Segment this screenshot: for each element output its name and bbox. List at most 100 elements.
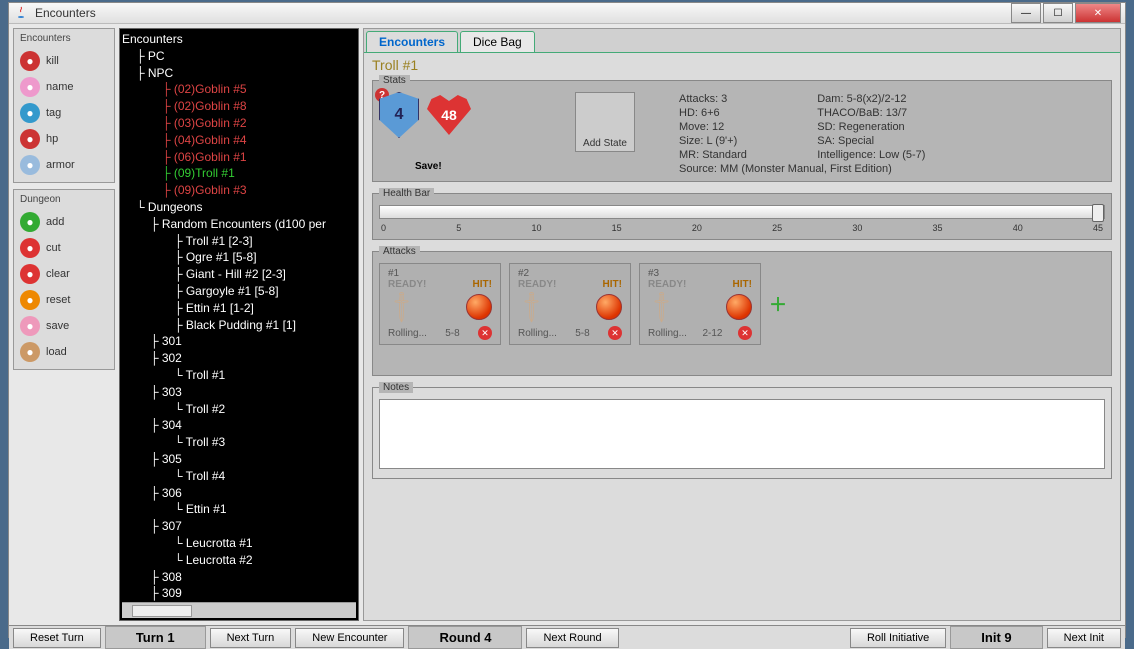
dungeon-toolbox: Dungeon ● add ● cut ● clear ● reset ● sa… bbox=[13, 189, 115, 370]
enc-armor-button[interactable]: ● armor bbox=[18, 152, 110, 178]
cut-icon: ● bbox=[20, 238, 40, 258]
enc-hp-button[interactable]: ● hp bbox=[18, 126, 110, 152]
stat-cell: HD: 6+6 bbox=[679, 106, 787, 120]
tree-room-item[interactable]: └ Ettin #1 bbox=[122, 501, 356, 518]
tree-npc-item[interactable]: ├ (02)Goblin #5 bbox=[122, 81, 356, 98]
stat-cell: Size: L (9'+) bbox=[679, 134, 787, 148]
enc-kill-button[interactable]: ● kill bbox=[18, 48, 110, 74]
minimize-button[interactable]: — bbox=[1011, 3, 1041, 23]
dun-reset-button[interactable]: ● reset bbox=[18, 287, 110, 313]
health-slider[interactable] bbox=[379, 205, 1105, 219]
remove-attack-icon[interactable]: ✕ bbox=[478, 326, 492, 340]
dun-save-button[interactable]: ● save bbox=[18, 313, 110, 339]
tree-random-item[interactable]: ├ Ogre #1 [5-8] bbox=[122, 249, 356, 266]
new-encounter-button[interactable]: New Encounter bbox=[295, 628, 404, 648]
tree-room-item[interactable]: └ Troll #2 bbox=[122, 401, 356, 418]
tree-random-item[interactable]: ├ Giant - Hill #2 [2-3] bbox=[122, 266, 356, 283]
tree-room-item[interactable]: └ Troll #3 bbox=[122, 434, 356, 451]
tree-room[interactable]: ├ 306 bbox=[122, 485, 356, 502]
tree-npc-item[interactable]: ├ (04)Goblin #4 bbox=[122, 132, 356, 149]
clear-icon: ● bbox=[20, 264, 40, 284]
hit-orb[interactable] bbox=[726, 294, 752, 320]
armor-icon: ● bbox=[20, 155, 40, 175]
load-icon: ● bbox=[20, 342, 40, 362]
tree-panel[interactable]: Encounters├ PC├ NPC├ (02)Goblin #5├ (02)… bbox=[119, 28, 359, 621]
tree-room[interactable]: ├ 305 bbox=[122, 451, 356, 468]
next-turn-button[interactable]: Next Turn bbox=[210, 628, 292, 648]
tree-npc-item[interactable]: ├ (09)Troll #1 bbox=[122, 165, 356, 182]
sword-icon[interactable]: 🗡 bbox=[383, 288, 421, 326]
tag-icon: ● bbox=[20, 103, 40, 123]
next-init-button[interactable]: Next Init bbox=[1047, 628, 1121, 648]
source-line: Source: MM (Monster Manual, First Editio… bbox=[679, 162, 925, 175]
java-icon bbox=[13, 5, 29, 21]
tree-room[interactable]: ├ 307 bbox=[122, 518, 356, 535]
tree-room[interactable]: ├ 303 bbox=[122, 384, 356, 401]
sword-icon[interactable]: 🗡 bbox=[513, 288, 551, 326]
tree-h-scrollbar[interactable] bbox=[122, 602, 356, 618]
encounters-toolbox: Encounters ● kill ● name ● tag ● hp ● ar… bbox=[13, 28, 115, 183]
tree-npc-item[interactable]: ├ (03)Goblin #2 bbox=[122, 115, 356, 132]
stat-grid: Attacks: 3Dam: 5-8(x2)/2-12HD: 6+6THACO/… bbox=[679, 92, 925, 162]
hit-orb[interactable] bbox=[596, 294, 622, 320]
tree-room-item[interactable]: └ Leucrotta #1 bbox=[122, 535, 356, 552]
remove-attack-icon[interactable]: ✕ bbox=[738, 326, 752, 340]
turn-label: Turn 1 bbox=[105, 626, 206, 649]
tree-room[interactable]: ├ 304 bbox=[122, 417, 356, 434]
tree-room[interactable]: ├ 301 bbox=[122, 333, 356, 350]
tree-random-item[interactable]: ├ Black Pudding #1 [1] bbox=[122, 317, 356, 334]
health-bar-fieldset: Health Bar 051015202530354045 bbox=[372, 188, 1112, 240]
tree-npc-item[interactable]: ├ (09)Goblin #3 bbox=[122, 182, 356, 199]
enc-name-button[interactable]: ● name bbox=[18, 74, 110, 100]
tabs: Encounters Dice Bag bbox=[364, 29, 1120, 53]
tree-random-item[interactable]: ├ Troll #1 [2-3] bbox=[122, 233, 356, 250]
tree-room-item[interactable]: └ Troll #1 bbox=[122, 367, 356, 384]
tree-room[interactable]: ├ 309 bbox=[122, 585, 356, 602]
dungeon-toolbox-title: Dungeon bbox=[18, 194, 110, 205]
roll-initiative-button[interactable]: Roll Initiative bbox=[850, 628, 946, 648]
hp-heart: 48 bbox=[427, 95, 471, 135]
add-attack-button[interactable]: ＋ bbox=[769, 291, 787, 317]
round-label: Round 4 bbox=[408, 626, 522, 649]
reset-turn-button[interactable]: Reset Turn bbox=[13, 628, 101, 648]
close-button[interactable]: ✕ bbox=[1075, 3, 1121, 23]
dun-cut-button[interactable]: ● cut bbox=[18, 235, 110, 261]
tree-room-item[interactable]: └ Leucrotta #2 bbox=[122, 552, 356, 569]
tree-npc[interactable]: ├ NPC bbox=[122, 65, 356, 82]
stat-cell: MR: Standard bbox=[679, 148, 787, 162]
dun-load-button[interactable]: ● load bbox=[18, 339, 110, 365]
stats-fieldset: Stats ? 4 48 Save! Add State Attacks: 3D… bbox=[372, 75, 1112, 182]
sword-icon[interactable]: 🗡 bbox=[643, 288, 681, 326]
tree-room[interactable]: ├ 308 bbox=[122, 569, 356, 586]
remove-attack-icon[interactable]: ✕ bbox=[608, 326, 622, 340]
tree-room[interactable]: ├ 302 bbox=[122, 350, 356, 367]
notes-textarea[interactable] bbox=[379, 399, 1105, 469]
ac-shield: 4 bbox=[379, 92, 419, 138]
enc-tag-button[interactable]: ● tag bbox=[18, 100, 110, 126]
hp-icon: ● bbox=[20, 129, 40, 149]
tree-random[interactable]: ├ Random Encounters (d100 per bbox=[122, 216, 356, 233]
hit-orb[interactable] bbox=[466, 294, 492, 320]
tree-random-item[interactable]: ├ Ettin #1 [1-2] bbox=[122, 300, 356, 317]
dun-add-button[interactable]: ● add bbox=[18, 209, 110, 235]
maximize-button[interactable]: ☐ bbox=[1043, 3, 1073, 23]
add-state-button[interactable]: Add State bbox=[575, 92, 635, 152]
tree-npc-item[interactable]: ├ (02)Goblin #8 bbox=[122, 98, 356, 115]
tree-room-item[interactable]: └ Troll #4 bbox=[122, 468, 356, 485]
tree-pc[interactable]: ├ PC bbox=[122, 48, 356, 65]
dun-clear-button[interactable]: ● clear bbox=[18, 261, 110, 287]
tree-dungeons[interactable]: └ Dungeons bbox=[122, 199, 356, 216]
detail-title: Troll #1 bbox=[372, 57, 1112, 73]
tree-random-item[interactable]: ├ Gargoyle #1 [5-8] bbox=[122, 283, 356, 300]
next-round-button[interactable]: Next Round bbox=[526, 628, 618, 648]
tab-dice-bag[interactable]: Dice Bag bbox=[460, 31, 535, 52]
kill-icon: ● bbox=[20, 51, 40, 71]
tree-root[interactable]: Encounters bbox=[122, 31, 356, 48]
bottom-bar: Reset Turn Turn 1 Next Turn New Encounte… bbox=[9, 625, 1125, 649]
stat-cell: SD: Regeneration bbox=[817, 120, 925, 134]
encounters-toolbox-title: Encounters bbox=[18, 33, 110, 44]
save-label[interactable]: Save! bbox=[415, 161, 442, 172]
stat-cell: SA: Special bbox=[817, 134, 925, 148]
tab-encounters[interactable]: Encounters bbox=[366, 31, 458, 52]
tree-npc-item[interactable]: ├ (06)Goblin #1 bbox=[122, 149, 356, 166]
